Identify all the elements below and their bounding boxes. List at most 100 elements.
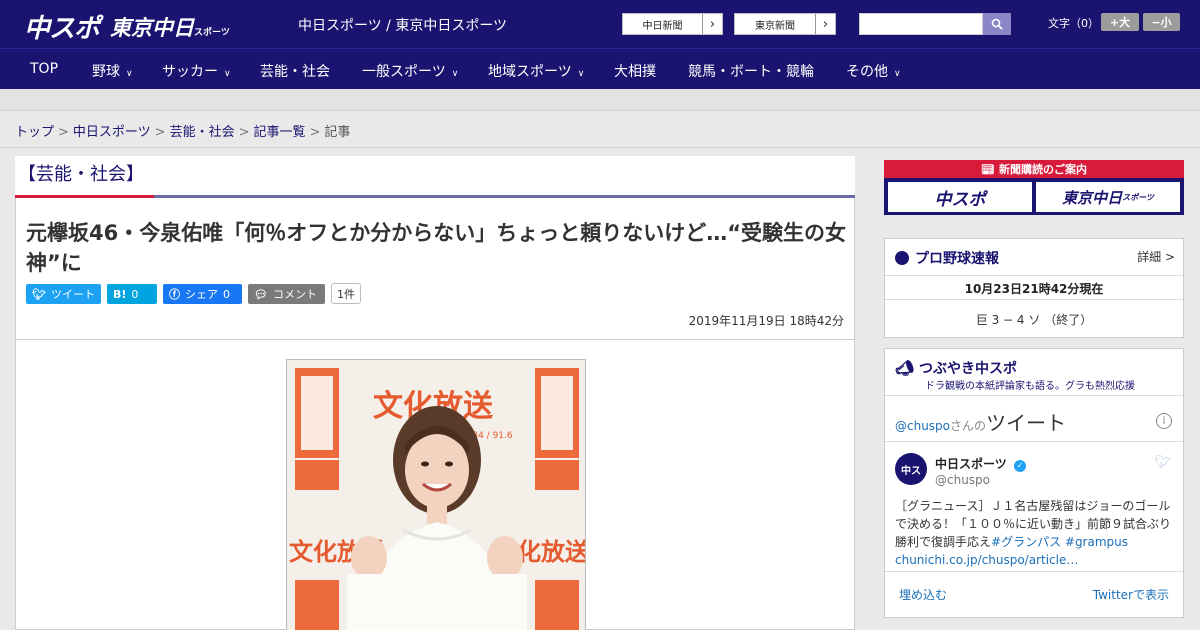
nav-local-sports[interactable]: 地域スポーツ ∨ (488, 61, 584, 81)
category-title: 【芸能・社会】 (18, 164, 144, 185)
facebook-icon: ⓕ (169, 288, 180, 301)
breadcrumb-separator: > (309, 125, 321, 140)
widget-divider (885, 441, 1183, 442)
baseball-title-label: プロ野球速報 (915, 251, 999, 267)
tweet-button[interactable]: 🐦︎ ツイート (26, 284, 101, 304)
facebook-share-label: シェア (185, 288, 218, 301)
nav-baseball[interactable]: 野球 ∨ (92, 61, 133, 81)
tsubuyaki-title: 📣︎ つぶやき中スポ (895, 358, 1017, 378)
subscription-header: 📰︎ 新聞購読のご案内 (884, 160, 1184, 178)
baseball-detail-link[interactable]: 詳細 > (1137, 248, 1175, 265)
tokyo-shimbun-label: 東京新聞 (755, 20, 795, 32)
widget-divider (885, 571, 1183, 572)
tweets-heading: @chuspoさんのツイート (895, 407, 1066, 436)
breadcrumb-chuspo[interactable]: 中日スポーツ (73, 125, 151, 140)
tweet-avatar[interactable]: 中ス (895, 453, 927, 485)
search-button[interactable] (983, 13, 1011, 35)
subscribe-tokyo-small: スポーツ (1122, 192, 1154, 202)
site-title[interactable]: 中日スポーツ / 東京中日スポーツ (298, 15, 507, 35)
comment-label: コメント (272, 288, 317, 301)
article-headline: 元欅坂46・今泉佑唯「何％オフとか分からない」ちょっと頼りないけど…“受験生の女… (26, 221, 847, 275)
chevron-right-icon: › (815, 14, 835, 34)
twitter-widget: 📣︎ つぶやき中スポ ドラ観戦の本紙評論家も語る。グラも熱烈応援 @chuspoさ… (884, 348, 1184, 618)
photo-illustration: 文化放送 AM1134 / 91.6 文化放送 文化放送 (287, 360, 585, 630)
nav-other-label: その他 (846, 64, 888, 80)
breadcrumb-article-list[interactable]: 記事一覧 (254, 125, 306, 140)
nav-entertainment-label: 芸能・社会 (260, 64, 330, 80)
tweet-username[interactable]: 中日スポーツ ✓ (935, 455, 1026, 472)
widget-divider (885, 395, 1183, 396)
facebook-count: 0 (223, 287, 230, 301)
article-photo[interactable]: 文化放送 AM1134 / 91.6 文化放送 文化放送 (286, 359, 586, 630)
baseball-score-widget: プロ野球速報 詳細 > 10月23日21時42分現在 巨 3 − 4 ソ （終了… (884, 238, 1184, 338)
breadcrumb-separator: > (238, 125, 250, 140)
tweets-heading-title: ツイート (986, 411, 1067, 435)
nav-top[interactable]: TOP (30, 61, 58, 77)
chuspo-logo[interactable]: 中スポ (24, 8, 100, 45)
top-header: 中スポ 東京中日スポーツ 中日スポーツ / 東京中日スポーツ 中日新聞 › 東京… (0, 0, 1200, 48)
speech-bubble-icon: 💬︎ (254, 287, 268, 301)
breadcrumb-current: 記事 (324, 125, 351, 140)
nav-entertainment[interactable]: 芸能・社会 (260, 61, 330, 81)
hatena-bookmark-button[interactable]: B! 0 (107, 284, 157, 304)
nav-soccer[interactable]: サッカー ∨ (162, 61, 231, 81)
comment-count-badge: 1件 (331, 283, 361, 304)
baseball-score[interactable]: 巨 3 − 4 ソ （終了） (885, 311, 1183, 328)
nav-sumo[interactable]: 大相撲 (614, 61, 656, 81)
nav-top-label: TOP (30, 61, 59, 77)
tweets-heading-handle[interactable]: @chuspo (895, 419, 950, 433)
chevron-down-icon: ∨ (451, 69, 459, 79)
nav-general-sports[interactable]: 一般スポーツ ∨ (362, 61, 458, 81)
breadcrumb-top[interactable]: トップ (15, 125, 54, 140)
tweet-body: ［グラニュース］Ｊ１名古屋残留はジョーのゴールで決める！「１００％に近い動き」前… (895, 497, 1175, 569)
search-icon (991, 18, 1003, 30)
chevron-down-icon: ∨ (894, 69, 901, 79)
widget-divider (885, 299, 1183, 300)
tweet-handle[interactable]: @chuspo (935, 473, 990, 487)
tsubuyaki-subtitle: ドラ観戦の本紙評論家も語る。グラも熱烈応援 (925, 381, 1135, 392)
article-divider (16, 339, 854, 340)
tweet-username-text: 中日スポーツ (935, 457, 1007, 471)
font-size-label: 文字（0） (1048, 17, 1099, 30)
subscribe-tokyo-label: 東京中日 (1062, 188, 1123, 207)
nav-soccer-label: サッカー (162, 64, 218, 80)
subscribe-tokyo-button[interactable]: 東京中日 スポーツ (1036, 182, 1180, 212)
subscribe-chuspo-button[interactable]: 中スポ (888, 182, 1032, 212)
baseball-update-time: 10月23日21時42分現在 (964, 282, 1104, 296)
tokyo-chunichi-logo[interactable]: 東京中日スポーツ (110, 12, 230, 42)
verified-badge-icon: ✓ (1013, 460, 1026, 472)
tweet-label: ツイート (50, 288, 95, 301)
search-input[interactable] (859, 13, 983, 35)
nav-sumo-label: 大相撲 (614, 64, 656, 80)
hatena-icon: B! (113, 287, 127, 301)
chunichi-shimbun-link[interactable]: 中日新聞 › (622, 13, 723, 35)
baseball-widget-title: プロ野球速報 (895, 248, 999, 268)
chevron-down-icon: ∨ (577, 69, 585, 79)
info-icon[interactable]: i (1156, 413, 1172, 429)
nav-other[interactable]: その他 ∨ (846, 61, 901, 81)
tokyo-logo-text: 東京中日 (110, 16, 194, 40)
breadcrumb-divider (0, 147, 1200, 148)
chevron-down-icon: ∨ (224, 69, 231, 79)
twitter-bird-icon: 🐦︎ (1154, 455, 1171, 470)
tokyo-shimbun-link[interactable]: 東京新聞 › (734, 13, 836, 35)
chevron-right-icon: › (702, 14, 722, 34)
newspaper-icon: 📰︎ (981, 162, 995, 176)
tweet-hashtags[interactable]: #グランパス #grampus (991, 535, 1128, 549)
article-date: 2019年11月19日 18時42分 (688, 314, 844, 328)
tokyo-logo-small: スポーツ (194, 28, 230, 38)
breadcrumb-separator: > (154, 125, 166, 140)
view-on-twitter-link[interactable]: Twitterで表示 (1093, 586, 1169, 603)
breadcrumb-separator: > (58, 125, 69, 140)
font-size-up-button[interactable]: +大 (1101, 13, 1139, 31)
megaphone-icon: 📣︎ (895, 359, 915, 377)
comment-button[interactable]: 💬︎ コメント (248, 284, 325, 304)
embed-link[interactable]: 埋め込む (899, 586, 947, 603)
font-size-down-button[interactable]: −小 (1143, 13, 1180, 31)
baseball-icon (895, 251, 909, 265)
tsubuyaki-title-label: つぶやき中スポ (919, 361, 1018, 377)
tweet-link[interactable]: chunichi.co.jp/chuspo/article… (895, 553, 1078, 567)
nav-racing[interactable]: 競馬・ボート・競輪 (688, 61, 814, 81)
facebook-share-button[interactable]: ⓕ シェア 0 (163, 284, 242, 304)
breadcrumb-entertainment[interactable]: 芸能・社会 (170, 125, 235, 140)
